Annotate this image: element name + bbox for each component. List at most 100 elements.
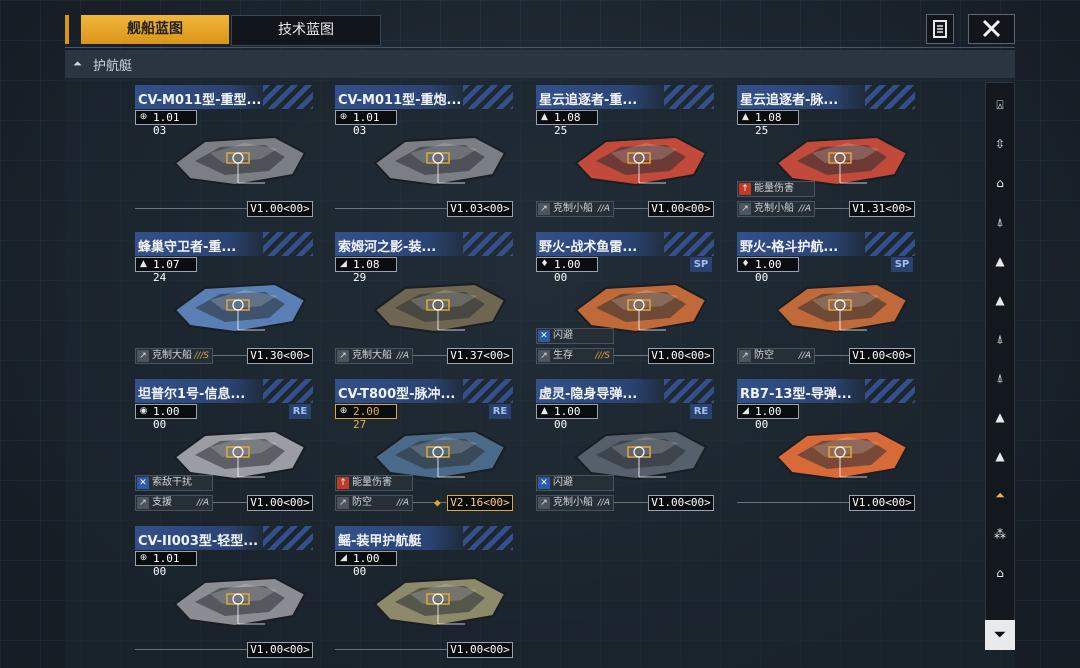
title-stripes <box>664 85 714 109</box>
ship-class-9-icon[interactable]: ▲ <box>986 399 1014 435</box>
ship-class-4-icon[interactable]: ⍋ <box>986 204 1014 240</box>
level-tag: V1.03<00> <box>447 201 513 217</box>
trait-rank: ///S <box>194 351 209 361</box>
trait-rank: //A <box>597 204 610 214</box>
card-title: RB7-13型-导弹... <box>740 387 852 402</box>
ship-class-sidebar: ⍓ ⇳ ⌂ ⍋ ▲ ▲ ⍋ ⍋ ▲ ▲ ⏶ ⁂ ⌂ <box>985 82 1015 650</box>
trait-tag: ✕ 闪避 <box>536 475 614 491</box>
blueprint-card[interactable]: CV-II003型-轻型... ⊕ 1.01 00 V1.00<00> <box>135 526 315 666</box>
ship-class-11-icon[interactable]: ⏶ <box>986 477 1014 513</box>
blueprint-card[interactable]: 虚灵-隐身导弹... ▲ 1.00 00 RE ✕ 闪避 ↗ 克制小船 //A … <box>536 379 716 519</box>
ship-class-13-icon[interactable]: ⌂ <box>986 555 1014 591</box>
ship-image <box>775 282 909 334</box>
card-title-bar: CV-M011型-重炮... <box>335 85 470 109</box>
level-tag: V1.00<00> <box>849 348 915 364</box>
trait-icon: ✕ <box>538 330 550 342</box>
trait-icon: ↗ <box>137 497 149 509</box>
ship-image <box>173 282 307 334</box>
section-header[interactable]: ⏶ 护航艇 <box>65 50 1015 78</box>
trait-rank: //A <box>798 351 811 361</box>
tank-icon: ◉ <box>139 406 148 416</box>
globe-icon: ⊕ <box>339 406 348 416</box>
tab-tech-blueprints[interactable]: 技术蓝图 <box>231 15 381 46</box>
title-stripes <box>463 379 513 403</box>
list-button[interactable] <box>926 14 954 44</box>
trait-label: 生存 <box>553 350 573 361</box>
trait-icon: ✕ <box>538 477 550 489</box>
trait-label: 支援 <box>152 497 172 508</box>
card-title-bar: 野火-格斗护航... <box>737 232 872 256</box>
close-button[interactable] <box>968 14 1015 44</box>
trait-tag: ↗ 生存 ///S <box>536 348 614 364</box>
blueprint-card[interactable]: RB7-13型-导弹... ◢ 1.00 00 V1.00<00> <box>737 379 917 519</box>
trait-tag: ↗ 克制大船 //A <box>335 348 413 364</box>
title-stripes <box>865 232 915 256</box>
ship-class-7-icon[interactable]: ⍋ <box>986 321 1014 357</box>
title-stripes <box>263 526 313 550</box>
globe-icon: ⊕ <box>139 553 148 563</box>
trait-tag: ↗ 防空 //A <box>335 495 413 511</box>
tab-ship-blueprints[interactable]: 舰船蓝图 <box>81 15 229 44</box>
ship-class-10-icon[interactable]: ▲ <box>986 438 1014 474</box>
blueprint-card[interactable]: 坦普尔1号-信息... ◉ 1.00 00 RE ✕ 索敌干扰 ↗ 支援 //A… <box>135 379 315 519</box>
trait-label: 闪避 <box>553 477 573 488</box>
blueprint-card[interactable]: 星云追逐者-重... ▲ 1.08 25 ↗ 克制小船 //A V1.00<00… <box>536 85 716 225</box>
top-divider <box>65 47 1015 48</box>
wing-icon: ◢ <box>340 553 347 563</box>
trait-label: 索敌干扰 <box>152 477 192 488</box>
rocket-icon: ▲ <box>742 112 749 122</box>
trait-rank: //A <box>196 498 209 508</box>
card-title-bar: CV-M011型-重型... <box>135 85 270 109</box>
filter-icon: ⏷ <box>994 627 1006 643</box>
ship-class-6-icon[interactable]: ▲ <box>986 282 1014 318</box>
trait-label: 能量伤害 <box>352 477 392 488</box>
trait-icon: ↑ <box>337 477 349 489</box>
list-icon <box>933 20 947 38</box>
ship-class-1-icon[interactable]: ⍓ <box>986 87 1014 123</box>
title-stripes <box>463 85 513 109</box>
trait-tag: ✕ 索敌干扰 <box>135 475 213 491</box>
blueprint-card[interactable]: 星云追逐者-脉... ▲ 1.08 25 ↑ 能量伤害 ↗ 克制小船 //A V… <box>737 85 917 225</box>
level-tag: V1.00<00> <box>247 201 313 217</box>
collapse-triangle-icon: ⏶ <box>73 57 82 70</box>
flame-icon: ♦ <box>741 259 750 269</box>
blueprint-card[interactable]: 野火-格斗护航... ♦ 1.00 00 SP ↗ 防空 //A V1.00<0… <box>737 232 917 372</box>
card-title: 虚灵-隐身导弹... <box>539 387 638 402</box>
top-bar: 舰船蓝图 技术蓝图 <box>65 14 1015 46</box>
title-stripes <box>463 526 513 550</box>
blueprint-card[interactable]: 索姆河之影-装... ◢ 1.08 29 ↗ 克制大船 //A V1.37<00… <box>335 232 515 372</box>
card-title: 野火-格斗护航... <box>740 240 839 255</box>
wing-icon: ◢ <box>742 406 749 416</box>
trait-label: 克制大船 <box>152 350 192 361</box>
ship-class-8-icon[interactable]: ⍋ <box>986 360 1014 396</box>
filter-button[interactable]: ⏷ <box>985 620 1015 650</box>
globe-icon: ⊕ <box>339 112 348 122</box>
ship-class-3-icon[interactable]: ⌂ <box>986 165 1014 201</box>
trait-icon: ↗ <box>739 203 751 215</box>
level-tag: V1.37<00> <box>447 348 513 364</box>
card-title-bar: 星云追逐者-脉... <box>737 85 872 109</box>
blueprint-card[interactable]: 蜂巢守卫者-重... ▲ 1.07 24 ↗ 克制大船 ///S V1.30<0… <box>135 232 315 372</box>
card-title-bar: 鳐-装甲护航艇 <box>335 526 470 550</box>
title-stripes <box>263 379 313 403</box>
trait-rank: //A <box>396 351 409 361</box>
trait-icon: ↗ <box>337 497 349 509</box>
ship-image <box>574 135 708 187</box>
trait-label: 克制小船 <box>553 497 593 508</box>
trait-tag: ↑ 能量伤害 <box>737 181 815 197</box>
card-title: 蜂巢守卫者-重... <box>138 240 237 255</box>
blueprint-card[interactable]: 野火-战术鱼雷... ♦ 1.00 00 SP ✕ 闪避 ↗ 生存 ///S V… <box>536 232 716 372</box>
level-tag: V1.00<00> <box>447 642 513 658</box>
card-title-bar: 坦普尔1号-信息... <box>135 379 270 403</box>
blueprint-card[interactable]: CV-T800型-脉冲... ⊕ 2.00 27 RE ↑ 能量伤害 ↗ 防空 … <box>335 379 515 519</box>
wing-icon: ◢ <box>340 259 347 269</box>
ship-class-12-icon[interactable]: ⁂ <box>986 516 1014 552</box>
rocket-icon: ▲ <box>541 112 548 122</box>
blueprint-card[interactable]: 鳐-装甲护航艇 ◢ 1.00 00 V1.00<00> <box>335 526 515 666</box>
blueprint-card[interactable]: CV-M011型-重型... ⊕ 1.01 03 V1.00<00> <box>135 85 315 225</box>
ship-class-2-icon[interactable]: ⇳ <box>986 126 1014 162</box>
level-tag: V1.00<00> <box>247 642 313 658</box>
blueprint-card[interactable]: CV-M011型-重炮... ⊕ 1.01 03 V1.03<00> <box>335 85 515 225</box>
ship-class-5-icon[interactable]: ▲ <box>986 243 1014 279</box>
trait-icon: ↗ <box>739 350 751 362</box>
